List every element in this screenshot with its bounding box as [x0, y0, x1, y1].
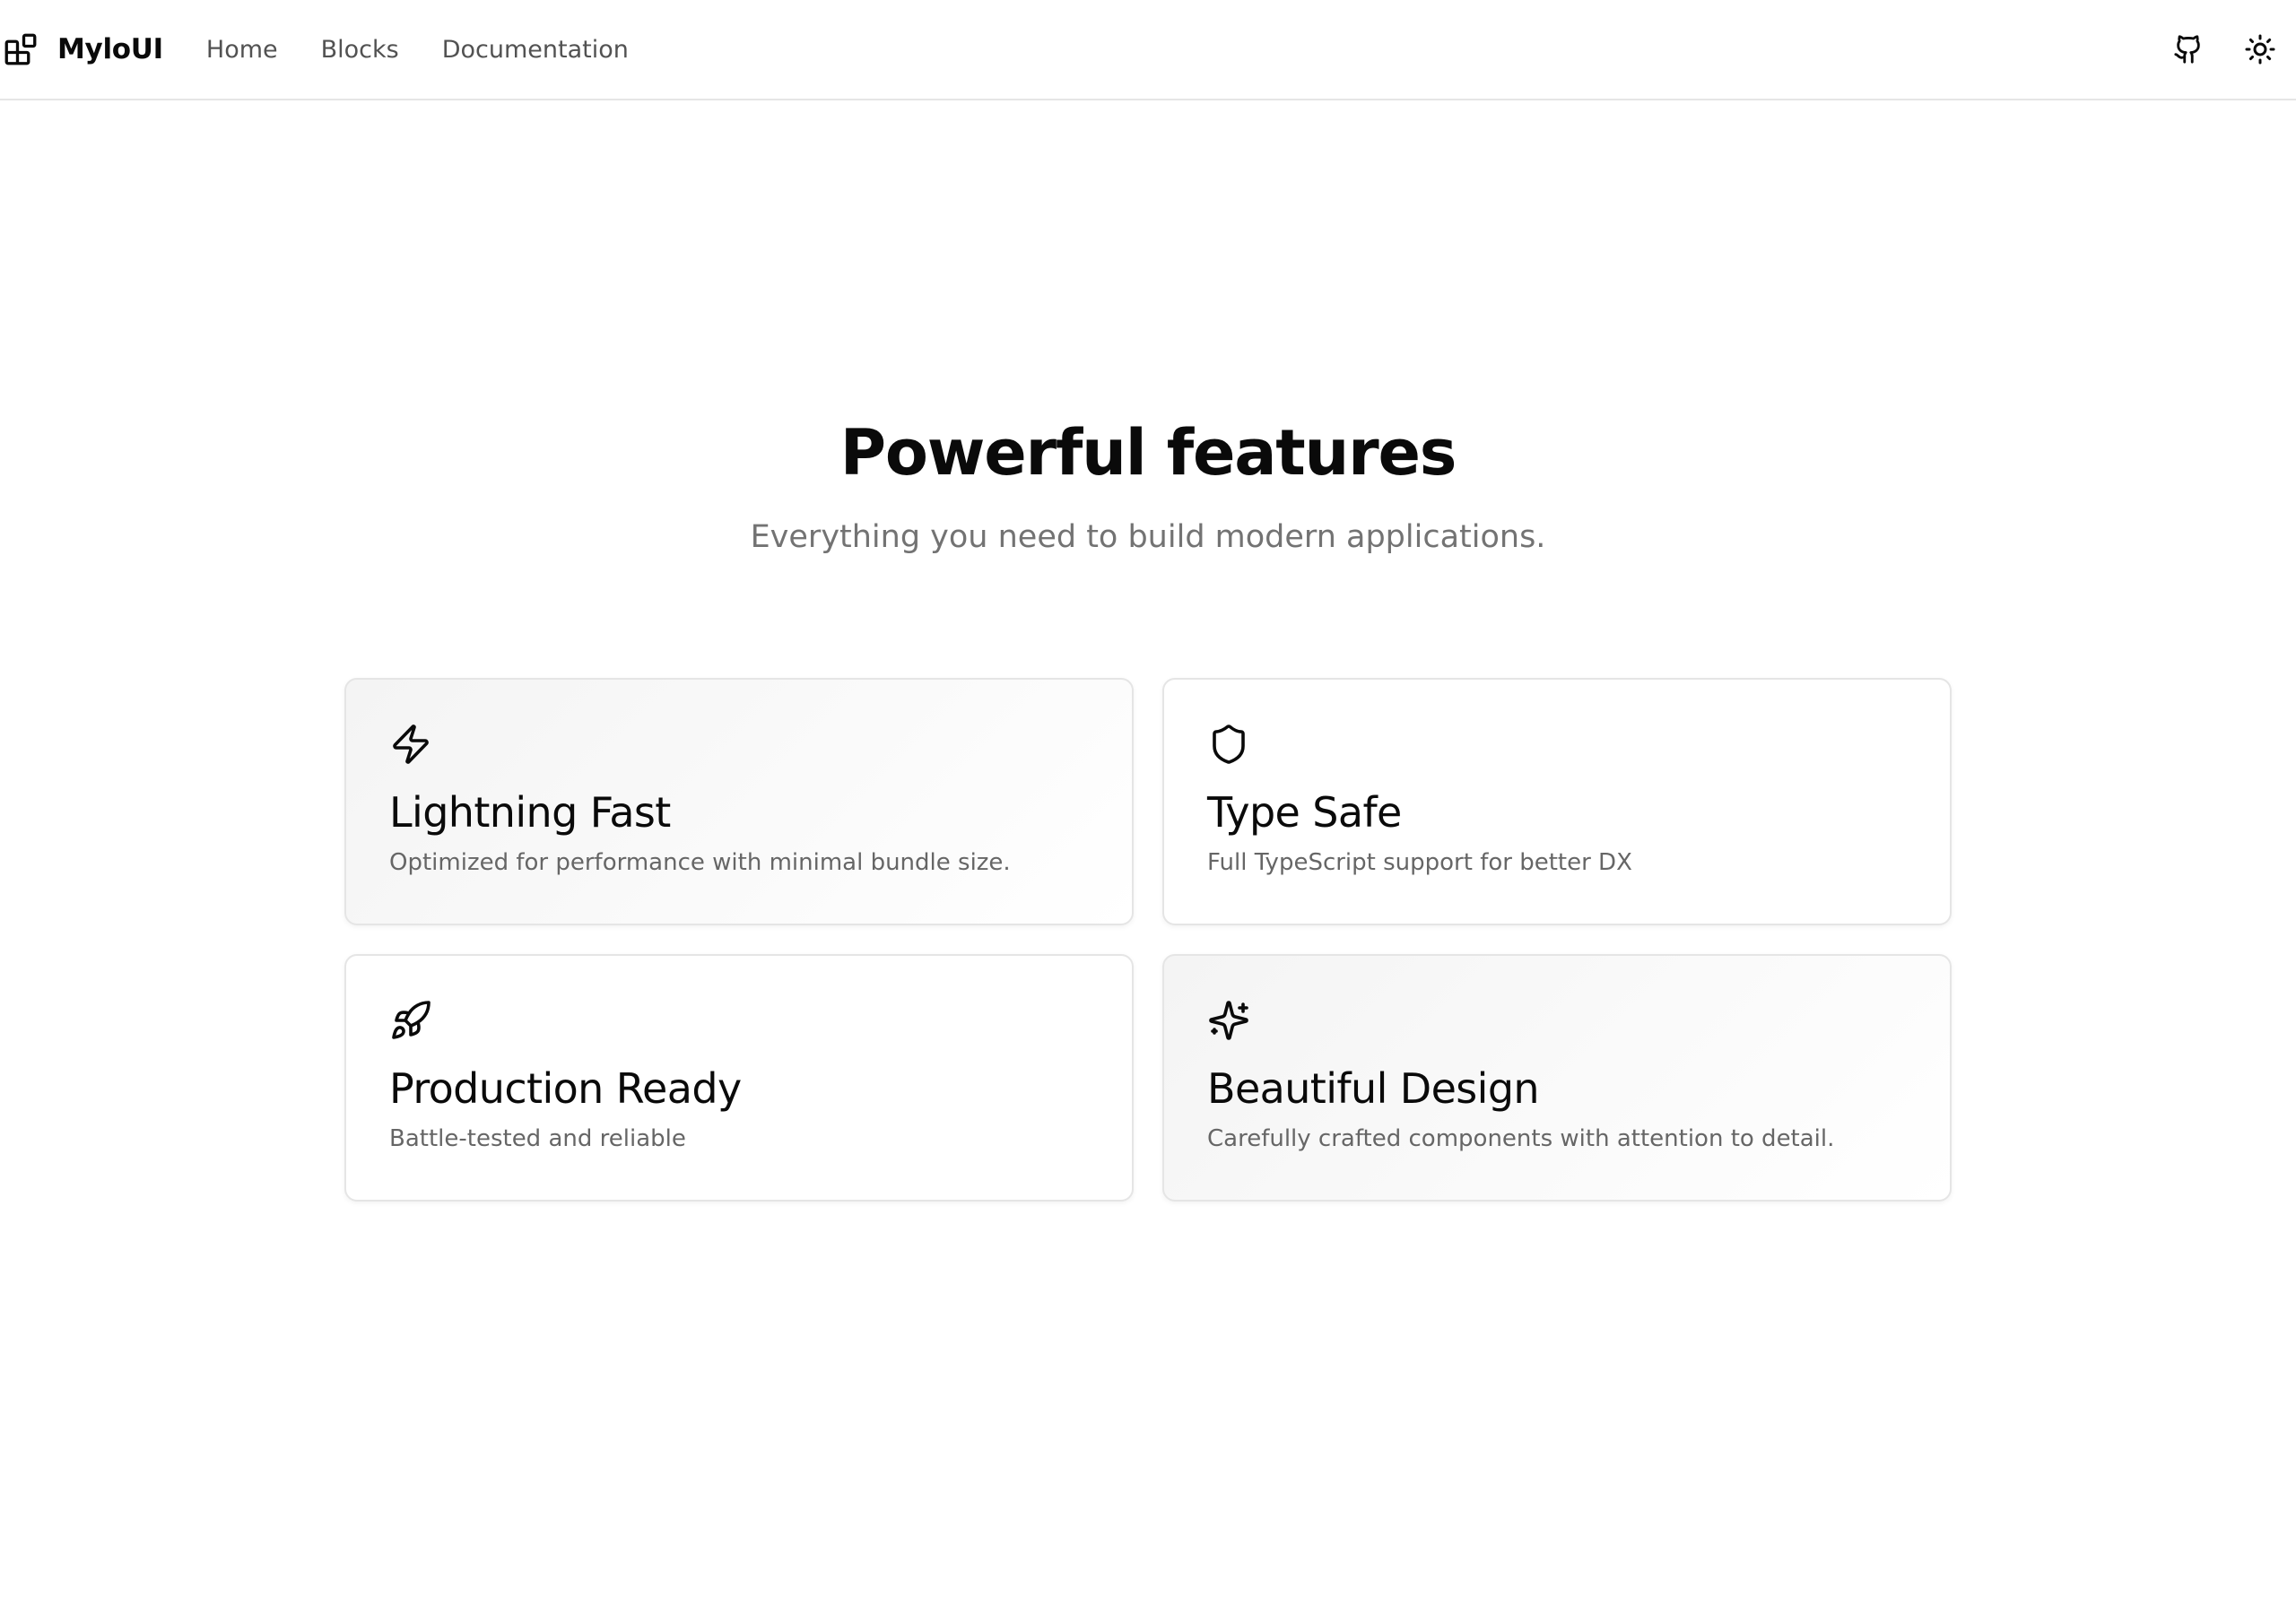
- features-grid: Lightning Fast Optimized for performance…: [344, 678, 1952, 1202]
- lightning-icon: [389, 723, 432, 766]
- theme-toggle-button[interactable]: [2224, 13, 2296, 85]
- navbar: MyloUI Home Blocks Documentation: [0, 0, 2296, 100]
- blocks-icon: [2, 30, 39, 68]
- feature-description: Carefully crafted components with attent…: [1207, 1125, 1835, 1152]
- sun-icon: [2244, 33, 2276, 65]
- brand-name: MyloUI: [57, 33, 163, 65]
- feature-title: Production Ready: [389, 1064, 742, 1113]
- nav-link-home[interactable]: Home: [206, 36, 278, 64]
- hero-section: Powerful features Everything you need to…: [0, 412, 2296, 560]
- feature-description: Full TypeScript support for better DX: [1207, 849, 1632, 876]
- nav-link-documentation[interactable]: Documentation: [442, 36, 629, 64]
- page-title: Powerful features: [839, 416, 1457, 490]
- page-subtitle: Everything you need to build modern appl…: [750, 519, 1546, 555]
- feature-card-production-ready[interactable]: Production Ready Battle-tested and relia…: [344, 954, 1134, 1202]
- sparkles-icon: [1207, 999, 1250, 1042]
- feature-description: Battle-tested and reliable: [389, 1125, 686, 1152]
- feature-description: Optimized for performance with minimal b…: [389, 849, 1011, 876]
- github-icon: [2173, 34, 2204, 65]
- feature-title: Beautiful Design: [1207, 1064, 1540, 1113]
- nav-link-blocks[interactable]: Blocks: [321, 36, 399, 64]
- github-button[interactable]: [2152, 13, 2224, 85]
- feature-card-beautiful-design[interactable]: Beautiful Design Carefully crafted compo…: [1162, 954, 1952, 1202]
- rocket-icon: [389, 999, 432, 1042]
- feature-title: Lightning Fast: [389, 788, 671, 837]
- brand-link[interactable]: MyloUI: [2, 30, 163, 68]
- feature-card-type-safe[interactable]: Type Safe Full TypeScript support for be…: [1162, 678, 1952, 925]
- feature-title: Type Safe: [1207, 788, 1402, 837]
- shield-icon: [1207, 723, 1250, 766]
- main-nav: Home Blocks Documentation: [206, 36, 672, 64]
- feature-card-lightning-fast[interactable]: Lightning Fast Optimized for performance…: [344, 678, 1134, 925]
- nav-actions: [2152, 0, 2296, 99]
